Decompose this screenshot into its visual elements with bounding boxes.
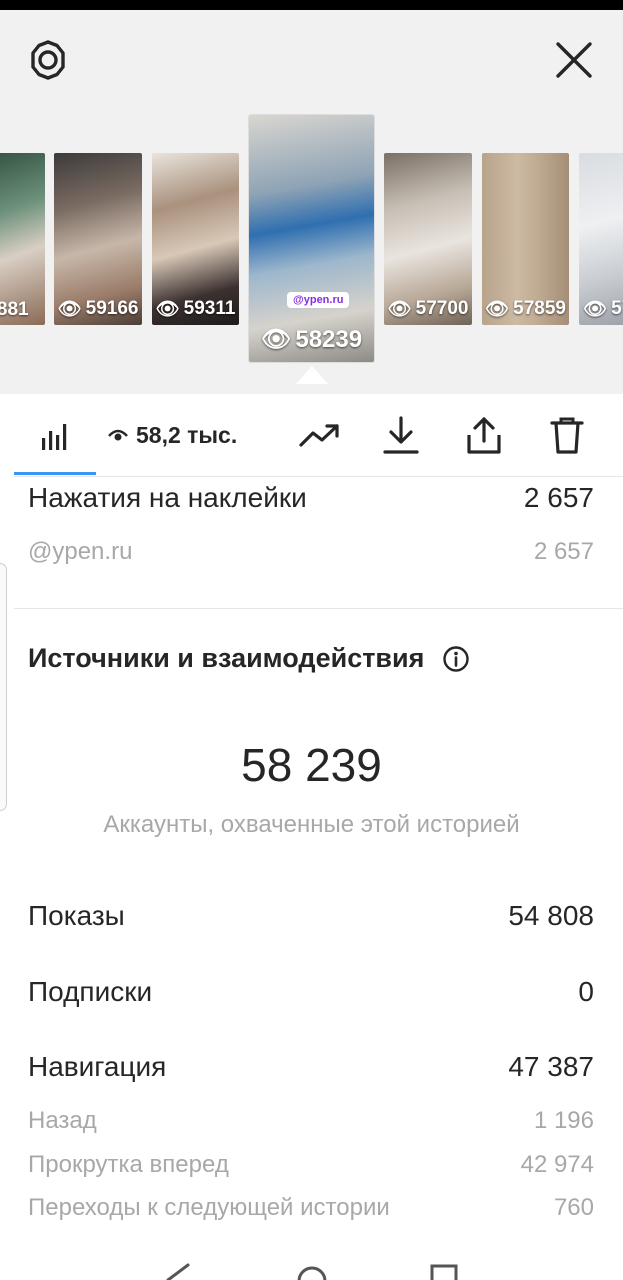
story-views: 👁 59311 (155, 298, 236, 320)
eye-icon: 👁 (387, 299, 412, 320)
trending-icon (299, 424, 339, 447)
trash-icon (550, 417, 584, 454)
navigation-value: 47 387 (508, 1051, 594, 1082)
toolbar-divider (14, 476, 623, 477)
impressions-row: Показы 54 808 (28, 900, 594, 932)
story-views: 👁 57700 (387, 298, 469, 320)
story-thumbnail[interactable]: 9881 (0, 153, 45, 325)
story-toolbar: 58,2 тыс. (0, 394, 623, 478)
navigation-label: Навигация (28, 1051, 167, 1082)
section-title-text: Источники и взаимодействия (28, 643, 425, 673)
reach-number: 58 239 (241, 739, 382, 791)
story-thumbnail[interactable]: 👁 59166 (54, 153, 142, 325)
stickers-row: Нажатия на наклейки 2 657 (28, 482, 594, 514)
story-thumbnail[interactable]: 👁57 (579, 153, 623, 325)
impressions-label: Показы (28, 900, 125, 931)
share-icon (467, 417, 501, 454)
navigation-item-forward: Прокрутка вперед 42 974 (28, 1151, 594, 1179)
navigation-item-value: 42 974 (520, 1151, 594, 1178)
eye-icon: 👁 (57, 299, 82, 320)
section-divider (14, 608, 623, 609)
settings-button[interactable] (22, 34, 74, 86)
follows-label: Подписки (28, 976, 153, 1007)
eye-icon (108, 429, 128, 441)
eye-icon: 👁 (485, 299, 510, 320)
navigation-item-next-story: Переходы к следующей истории 760 (28, 1194, 594, 1222)
back-icon[interactable] (160, 1263, 192, 1280)
active-tab-indicator (14, 472, 96, 475)
info-icon[interactable] (442, 645, 470, 673)
reach-caption: Аккаунты, охваченные этой историей (103, 811, 520, 838)
close-icon (556, 42, 592, 78)
story-views: 👁57 (583, 298, 623, 320)
recents-icon[interactable] (428, 1263, 460, 1280)
story-mention-sticker: @ypen.ru (287, 292, 350, 308)
download-button[interactable] (378, 410, 424, 460)
sticker-item-value: 2 657 (533, 538, 594, 565)
story-views: 👁 58239 (260, 325, 363, 354)
eye-icon: 👁 (583, 299, 608, 320)
story-thumbnail-strip[interactable]: 9881 👁59166 👁59311 @ypen.ru 👁58239 👁5770… (0, 105, 623, 365)
home-icon[interactable] (296, 1263, 328, 1280)
sticker-item-label: @ypen.ru (28, 538, 133, 565)
promote-button[interactable] (296, 410, 344, 460)
insights-tab[interactable] (34, 410, 76, 460)
navigation-item-label: Назад (28, 1107, 97, 1134)
bar-chart-icon (42, 424, 67, 450)
sticker-item-row: @ypen.ru 2 657 (28, 538, 594, 566)
stickers-value: 2 657 (523, 482, 594, 513)
download-icon (383, 416, 419, 454)
section-title: Источники и взаимодействия (28, 643, 470, 674)
story-thumbnail[interactable]: 👁 57859 (482, 153, 569, 325)
delete-button[interactable] (544, 410, 590, 460)
navigation-item-value: 1 196 (533, 1107, 594, 1134)
close-button[interactable] (548, 34, 600, 86)
selected-story-pointer (296, 366, 328, 384)
story-thumbnail[interactable]: 👁 57700 (384, 153, 472, 325)
navigation-row: Навигация 47 387 (28, 1051, 594, 1083)
navigation-item-value: 760 (553, 1194, 594, 1221)
story-views: 👁 57859 (485, 298, 566, 320)
story-thumbnail-active[interactable]: @ypen.ru 👁 58239 (249, 115, 374, 362)
gear-icon (31, 40, 65, 80)
reach-summary-label: 58,2 тыс. (136, 421, 238, 448)
story-header: 9881 👁59166 👁59311 @ypen.ru 👁58239 👁5770… (0, 10, 623, 394)
eye-icon: 👁 (260, 326, 292, 353)
navigation-item-back: Назад 1 196 (28, 1107, 594, 1135)
story-thumbnail[interactable]: 👁 59311 (152, 153, 239, 325)
story-views: 👁 59166 (57, 298, 139, 320)
follows-value: 0 (578, 976, 594, 1007)
story-views: 9881 (0, 299, 29, 320)
navigation-item-label: Переходы к следующей истории (28, 1194, 390, 1221)
android-nav-bar (0, 1245, 623, 1280)
impressions-value: 54 808 (508, 900, 594, 931)
stickers-label: Нажатия на наклейки (28, 482, 307, 513)
follows-row: Подписки 0 (28, 976, 594, 1008)
navigation-item-label: Прокрутка вперед (28, 1151, 229, 1178)
share-button[interactable] (460, 410, 508, 460)
status-bar (0, 0, 623, 10)
reach-summary[interactable]: 58,2 тыс. (108, 410, 268, 460)
eye-icon: 👁 (155, 299, 180, 320)
